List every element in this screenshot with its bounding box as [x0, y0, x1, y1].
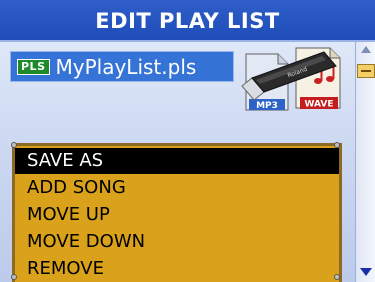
- scrollbar-thumb-grip: [361, 70, 371, 72]
- frame-corner-screw: [334, 274, 340, 280]
- main-panel: PLS MyPlayList.pls WAVE MP3 Roland SAVE …: [0, 42, 355, 282]
- pls-badge: PLS: [17, 58, 50, 75]
- playlist-file-field[interactable]: PLS MyPlayList.pls: [10, 51, 234, 82]
- scroll-down-arrow-icon[interactable]: [360, 268, 372, 276]
- playlist-file-name: MyPlayList.pls: [55, 54, 197, 79]
- scrollbar[interactable]: [355, 42, 375, 282]
- frame-corner-screw: [11, 274, 17, 280]
- menu-item-move-up[interactable]: MOVE UP: [15, 202, 339, 228]
- menu-item-add-song[interactable]: ADD SONG: [15, 175, 339, 201]
- menu-item-remove[interactable]: REMOVE: [15, 256, 339, 282]
- mp3-label: MP3: [256, 101, 278, 111]
- menu-item-save-as[interactable]: SAVE AS: [15, 148, 339, 174]
- media-files-art: WAVE MP3 Roland: [241, 47, 341, 111]
- scrollbar-thumb[interactable]: [357, 64, 375, 78]
- frame-corner-screw: [11, 142, 17, 148]
- wave-label: WAVE: [305, 100, 334, 110]
- page-title: EDIT PLAY LIST: [0, 0, 375, 42]
- scroll-up-arrow-icon[interactable]: [361, 46, 371, 53]
- edit-menu: SAVE AS ADD SONG MOVE UP MOVE DOWN REMOV…: [11, 142, 342, 282]
- menu-item-move-down[interactable]: MOVE DOWN: [15, 229, 339, 255]
- frame-corner-screw: [334, 142, 340, 148]
